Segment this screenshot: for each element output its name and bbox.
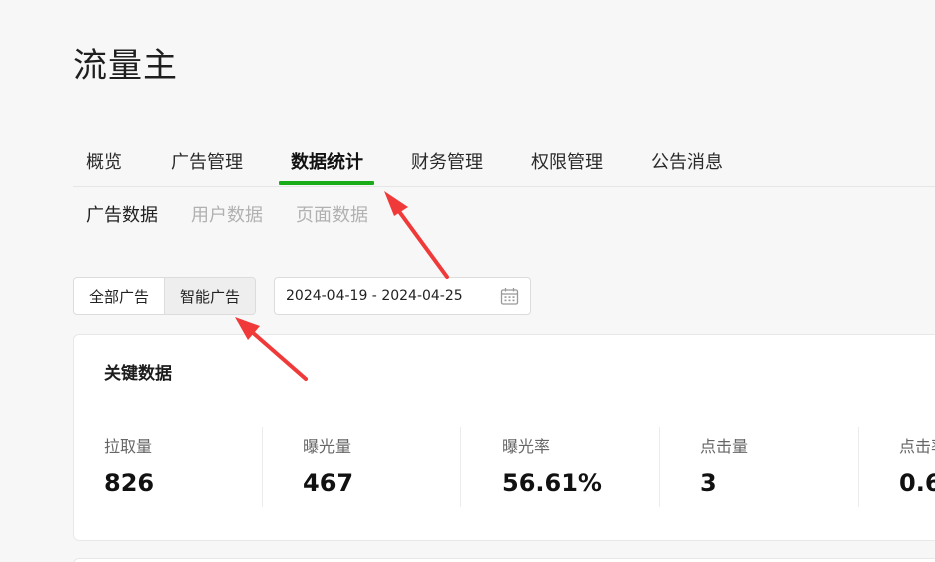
annotation-arrow-to-filter bbox=[235, 317, 308, 381]
annotation-arrows bbox=[235, 191, 449, 381]
page: 流量主 概览 广告管理 数据统计 财务管理 权限管理 公告消息 广告数据 用户数… bbox=[0, 0, 935, 562]
annotation-arrow-to-tab bbox=[384, 191, 449, 279]
